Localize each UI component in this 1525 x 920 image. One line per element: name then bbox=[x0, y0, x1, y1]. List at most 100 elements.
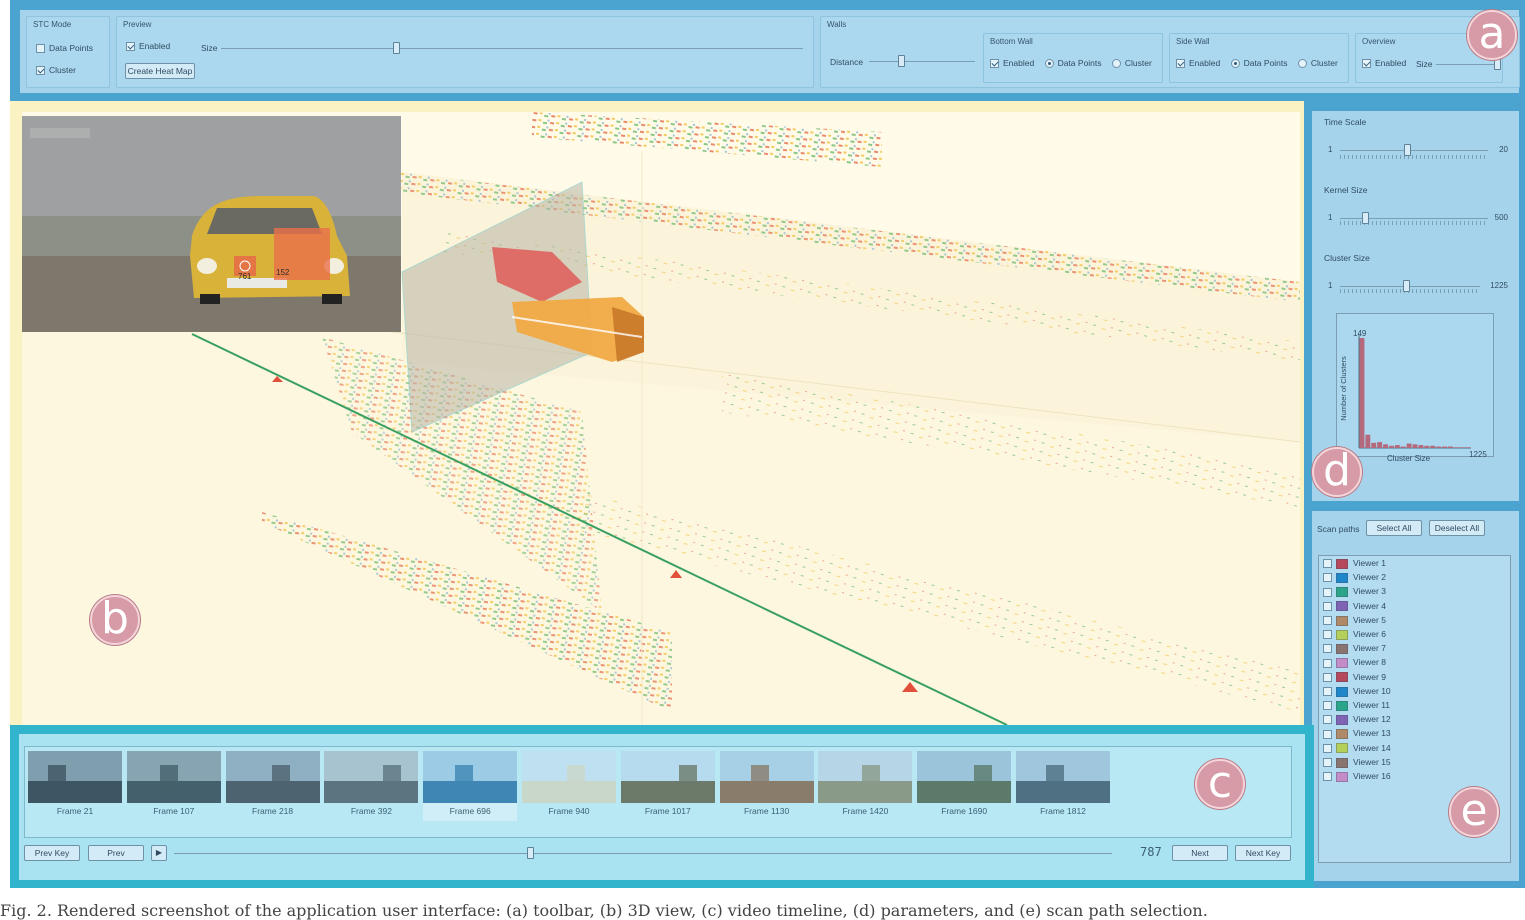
timeline-slider-thumb[interactable] bbox=[527, 847, 535, 859]
prev-button[interactable]: Prev bbox=[88, 845, 144, 861]
overview-enabled-checkbox[interactable]: Enabled bbox=[1362, 58, 1407, 69]
space-time-cube-view[interactable]: 761 152 bbox=[22, 112, 1300, 725]
bottom-wall-data-points-radio[interactable]: Data Points bbox=[1044, 58, 1102, 69]
stc-mode-title: STC Mode bbox=[33, 20, 72, 29]
right-side-panel: Time Scale 1 20 Kernel Size 1 500 Cluste… bbox=[1304, 101, 1525, 888]
side-wall-data-points-label: Data Points bbox=[1243, 58, 1288, 68]
side-wall-cluster-radio-icon[interactable] bbox=[1297, 59, 1307, 69]
cluster-checkbox[interactable]: Cluster bbox=[36, 65, 76, 76]
viewer-checkbox[interactable] bbox=[1323, 573, 1332, 583]
viewer-checkbox[interactable] bbox=[1323, 715, 1332, 725]
deselect-all-button[interactable]: Deselect All bbox=[1429, 520, 1485, 536]
side-wall-enabled-checkbox[interactable]: Enabled bbox=[1176, 58, 1220, 69]
viewer-row[interactable]: Viewer 10 bbox=[1323, 686, 1391, 700]
distance-slider[interactable] bbox=[869, 61, 975, 62]
viewer-checkbox[interactable] bbox=[1323, 672, 1332, 682]
viewer-checkbox[interactable] bbox=[1323, 729, 1332, 739]
keyframe-thumbnail[interactable]: Frame 218 bbox=[225, 751, 320, 821]
viewer-row[interactable]: Viewer 9 bbox=[1323, 672, 1386, 686]
viewer-row[interactable]: Viewer 8 bbox=[1323, 657, 1386, 671]
keyframe-thumbnail[interactable]: Frame 107 bbox=[126, 751, 221, 821]
scan-paths-label: Scan paths bbox=[1317, 524, 1360, 534]
bottom-wall-cluster-radio[interactable]: Cluster bbox=[1111, 58, 1152, 69]
cluster-size-slider-thumb[interactable] bbox=[1402, 280, 1410, 292]
viewer-row[interactable]: Viewer 15 bbox=[1323, 757, 1391, 771]
cluster-size-group: Cluster Size 1 1225 bbox=[1318, 249, 1510, 309]
viewer-row[interactable]: Viewer 11 bbox=[1323, 700, 1390, 714]
viewer-checkbox[interactable] bbox=[1323, 587, 1332, 597]
keyframe-thumbnail[interactable]: Frame 1130 bbox=[719, 751, 814, 821]
side-wall-enabled-check-icon[interactable] bbox=[1176, 59, 1185, 69]
next-key-button[interactable]: Next Key bbox=[1235, 845, 1291, 861]
keyframe-label: Frame 392 bbox=[350, 806, 392, 816]
viewer-row[interactable]: Viewer 16 bbox=[1323, 771, 1391, 785]
viewer-checkbox[interactable] bbox=[1323, 772, 1332, 782]
viewer-checkbox[interactable] bbox=[1323, 658, 1332, 668]
viewer-row[interactable]: Viewer 7 bbox=[1323, 643, 1386, 657]
keyframe-thumbnail[interactable]: Frame 1017 bbox=[620, 751, 715, 821]
next-button[interactable]: Next bbox=[1172, 845, 1228, 861]
keyframe-thumbnail[interactable]: Frame 21 bbox=[28, 751, 122, 821]
overview-enabled-label: Enabled bbox=[1375, 58, 1407, 68]
viewer-checkbox[interactable] bbox=[1323, 616, 1332, 626]
data-points-checkbox[interactable]: Data Points bbox=[36, 43, 93, 54]
side-wall-data-points-radio[interactable]: Data Points bbox=[1230, 58, 1288, 69]
viewer-row[interactable]: Viewer 1 bbox=[1323, 558, 1386, 572]
overview-size-slider[interactable] bbox=[1436, 64, 1500, 65]
side-wall-cluster-radio[interactable]: Cluster bbox=[1297, 58, 1338, 69]
preview-size-slider-thumb[interactable] bbox=[392, 42, 400, 54]
timeline-slider[interactable] bbox=[174, 853, 1112, 854]
viewer-row[interactable]: Viewer 5 bbox=[1323, 615, 1386, 629]
create-heat-map-button[interactable]: Create Heat Map bbox=[125, 63, 195, 79]
prev-key-button[interactable]: Prev Key bbox=[24, 845, 80, 861]
bottom-wall-data-points-radio-icon[interactable] bbox=[1044, 59, 1054, 69]
viewer-row[interactable]: Viewer 12 bbox=[1323, 714, 1391, 728]
viewer-checkbox[interactable] bbox=[1323, 701, 1332, 711]
viewer-row[interactable]: Viewer 4 bbox=[1323, 601, 1386, 615]
overview-enabled-check-icon[interactable] bbox=[1362, 59, 1371, 69]
side-wall-data-points-radio-icon[interactable] bbox=[1230, 59, 1240, 69]
bottom-wall-enabled-check-icon[interactable] bbox=[990, 59, 999, 69]
data-points-check-icon[interactable] bbox=[36, 44, 45, 54]
keyframe-thumbnail[interactable]: Frame 1812 bbox=[1016, 751, 1110, 821]
viewer-row[interactable]: Viewer 2 bbox=[1323, 572, 1386, 586]
region-b-marker: b bbox=[90, 595, 140, 645]
video-preview-window[interactable]: 761 152 bbox=[22, 116, 401, 332]
keyframe-thumbnail[interactable]: Frame 392 bbox=[324, 751, 419, 821]
time-scale-slider-thumb[interactable] bbox=[1403, 144, 1411, 156]
time-scale-slider[interactable] bbox=[1340, 150, 1488, 151]
keyframe-thumbnail[interactable]: Frame 1690 bbox=[917, 751, 1012, 821]
viewer-checkbox[interactable] bbox=[1323, 601, 1332, 611]
cluster-check-icon[interactable] bbox=[36, 66, 45, 76]
distance-slider-thumb[interactable] bbox=[897, 55, 905, 67]
preview-enabled-checkbox[interactable]: Enabled bbox=[126, 41, 170, 52]
region-c-marker: c bbox=[1195, 759, 1245, 809]
keyframe-thumbnail[interactable]: Frame 1420 bbox=[818, 751, 913, 821]
viewer-row[interactable]: Viewer 14 bbox=[1323, 743, 1391, 757]
preview-enabled-check-icon[interactable] bbox=[126, 42, 135, 52]
preview-size-slider[interactable] bbox=[221, 48, 803, 49]
viewer-checkbox[interactable] bbox=[1323, 644, 1332, 654]
bottom-wall-cluster-radio-icon[interactable] bbox=[1111, 59, 1121, 69]
viewer-checkbox[interactable] bbox=[1323, 559, 1332, 569]
overview-size-label: Size bbox=[1416, 59, 1433, 69]
viewer-checkbox[interactable] bbox=[1323, 743, 1332, 753]
viewer-row[interactable]: Viewer 3 bbox=[1323, 586, 1386, 600]
keyframe-image bbox=[126, 751, 221, 803]
keyframe-thumbnail[interactable]: Frame 696 bbox=[423, 751, 518, 821]
select-all-button[interactable]: Select All bbox=[1366, 520, 1422, 536]
bottom-wall-enabled-checkbox[interactable]: Enabled bbox=[990, 58, 1034, 69]
keyframe-label: Frame 696 bbox=[449, 806, 491, 816]
cluster-size-slider[interactable] bbox=[1340, 286, 1480, 287]
viewer-row[interactable]: Viewer 6 bbox=[1323, 629, 1386, 643]
keyframe-thumbnail[interactable]: Frame 940 bbox=[522, 751, 616, 821]
viewer-checkbox[interactable] bbox=[1323, 630, 1332, 640]
viewer-row[interactable]: Viewer 13 bbox=[1323, 728, 1391, 742]
viewer-checkbox[interactable] bbox=[1323, 758, 1332, 768]
viewer-checkbox[interactable] bbox=[1323, 687, 1332, 697]
play-button[interactable]: ▶ bbox=[151, 845, 167, 861]
keyframe-image bbox=[1016, 751, 1110, 803]
kernel-size-slider-thumb[interactable] bbox=[1362, 212, 1370, 224]
histogram-bar bbox=[1388, 445, 1394, 448]
keyframe-label: Frame 1812 bbox=[1040, 806, 1086, 816]
